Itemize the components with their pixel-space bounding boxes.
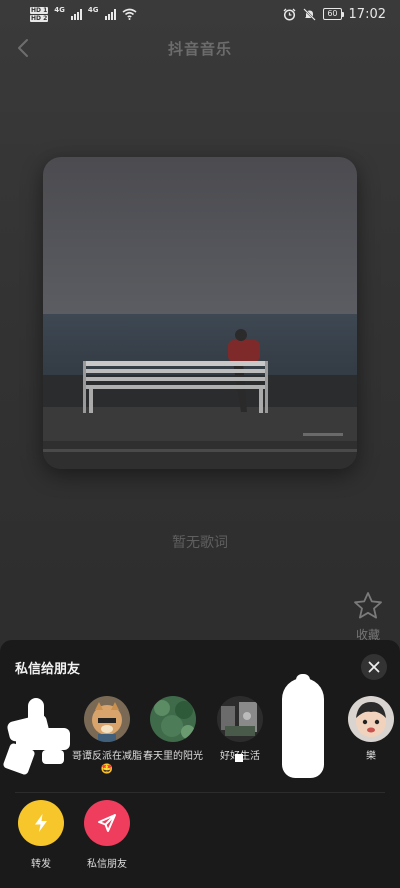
send-to-friend-button[interactable]: 私信朋友 [72, 800, 142, 870]
friend-name: 樂 [366, 751, 376, 762]
status-right: 60 17:02 [283, 7, 386, 22]
wifi-icon [122, 8, 137, 20]
page-title: 抖音音乐 [167, 39, 232, 58]
forward-label: 转发 [31, 859, 51, 870]
status-bar: HD 1 HD 2 4G 4G 60 17:02 [0, 0, 400, 28]
avatar [150, 696, 196, 742]
chevron-left-icon [18, 39, 28, 57]
divider [15, 792, 385, 793]
hd1-badge: HD 1 [30, 6, 49, 14]
status-left: HD 1 HD 2 4G 4G [30, 6, 137, 22]
friend-name: 春天里的阳光 [143, 751, 203, 762]
network-type-1: 4G [54, 6, 65, 14]
friend-item[interactable] [2, 696, 78, 776]
avatar [348, 696, 394, 742]
close-button[interactable] [361, 654, 387, 680]
star-icon [354, 592, 382, 619]
album-cover [43, 157, 357, 469]
avatar [84, 696, 130, 742]
friend-item[interactable]: 哥谭反派在减脂🤩 [69, 696, 145, 776]
send-to-friend-label: 私信朋友 [87, 859, 127, 870]
forward-circle [18, 800, 64, 846]
friend-list: 哥谭反派在减脂🤩 春天里的阳光 樂 [0, 674, 400, 786]
hd2-badge: HD 2 [30, 14, 49, 22]
send-icon [98, 814, 116, 832]
hd-indicator: HD 1 HD 2 [30, 6, 49, 22]
signal-icon [104, 8, 116, 20]
network-type-2: 4G [87, 6, 99, 14]
friend-item[interactable]: 春天里的阳光 [135, 696, 211, 763]
status-time: 17:02 [348, 6, 386, 22]
lyrics-placeholder: 暂无歌词 [172, 535, 228, 551]
alarm-icon [283, 8, 296, 21]
avatar [217, 696, 263, 742]
album-cover-image [43, 157, 357, 469]
mute-bell-icon [303, 7, 317, 21]
forward-button[interactable]: 转发 [6, 800, 76, 870]
header: 抖音音乐 [0, 30, 400, 66]
friend-item[interactable]: 樂 [333, 696, 400, 763]
friend-item[interactable]: 好好生活 [202, 696, 278, 763]
send-circle [84, 800, 130, 846]
battery-icon: 60 [323, 8, 344, 20]
close-icon [368, 661, 380, 673]
lightning-icon [35, 814, 47, 832]
share-sheet: 私信给朋友 哥谭反派在减脂🤩 春天里的阳光 樂 转发 私信朋友 [0, 640, 400, 888]
signal-icon [70, 8, 82, 20]
share-sheet-title: 私信给朋友 [15, 662, 81, 677]
favorite-button[interactable]: 收藏 [348, 590, 388, 643]
friend-name: 哥谭反派在减脂🤩 [72, 751, 142, 775]
back-button[interactable] [12, 34, 36, 62]
